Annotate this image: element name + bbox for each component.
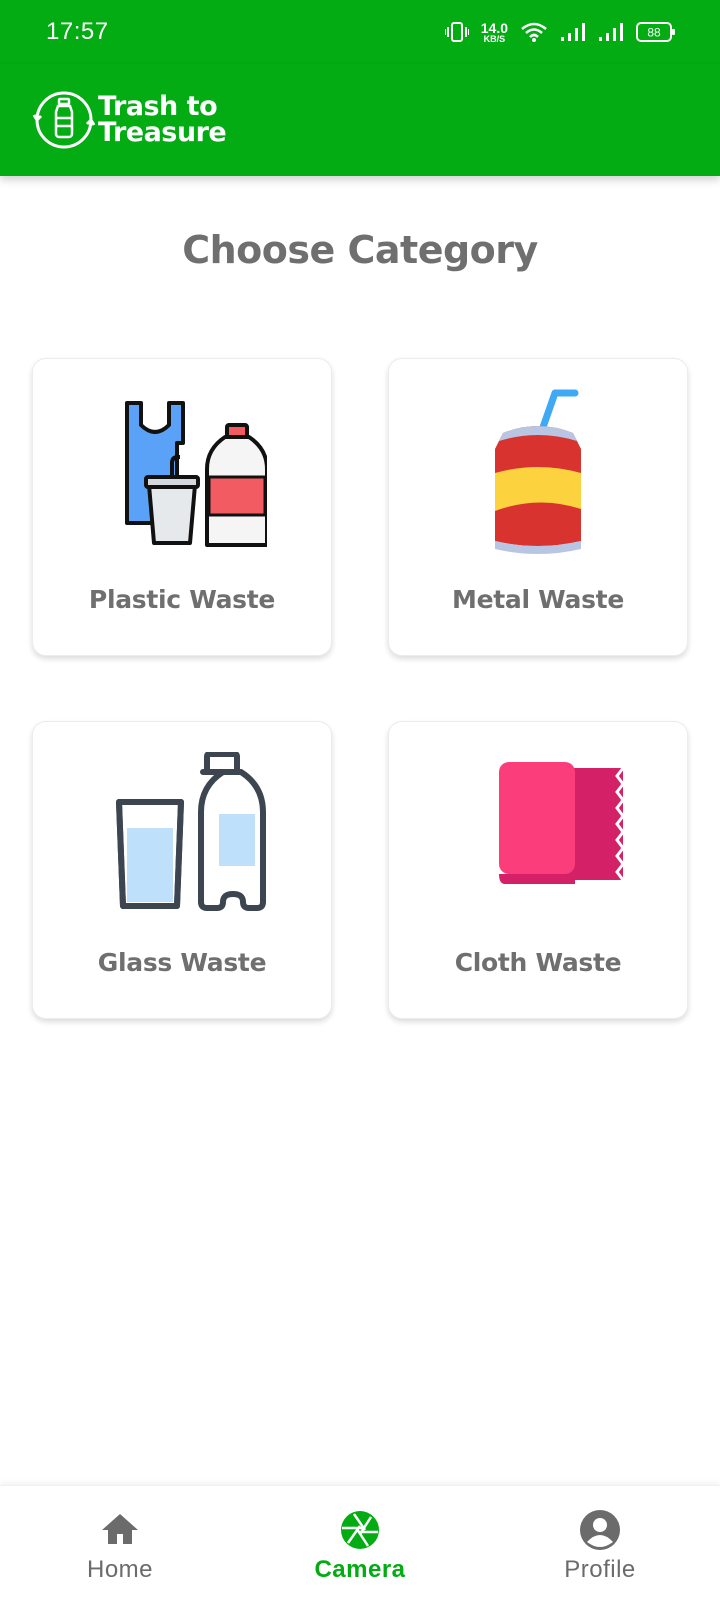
category-card-plastic[interactable]: Plastic Waste <box>32 358 332 656</box>
signal-icon <box>599 23 623 41</box>
network-speed: 14.0 KB/S <box>481 21 508 44</box>
wifi-icon <box>521 22 547 42</box>
home-icon <box>102 1514 138 1544</box>
camera-shutter-icon <box>341 1511 379 1549</box>
page-title: Choose Category <box>182 228 538 272</box>
metal-can-icon <box>495 389 581 554</box>
glass-bottle-icon <box>116 752 266 911</box>
status-time: 17:57 <box>46 18 109 45</box>
category-card-cloth[interactable]: Cloth Waste <box>388 721 688 1019</box>
nav-item-profile[interactable]: Profile <box>480 1486 720 1600</box>
status-icons: 14.0 KB/S 88 <box>444 16 676 48</box>
battery-level: 88 <box>647 26 661 40</box>
network-speed-unit: KB/S <box>483 33 506 44</box>
category-label: Plastic Waste <box>88 585 276 614</box>
category-card-glass[interactable]: Glass Waste <box>32 721 332 1019</box>
category-label: Metal Waste <box>452 585 624 614</box>
cloth-towel-icon <box>499 762 623 884</box>
plastic-waste-icon <box>125 401 267 547</box>
category-card-metal[interactable]: Metal Waste <box>388 358 688 656</box>
vibrate-icon <box>444 22 469 42</box>
app-name: Trash to Treasure <box>98 93 227 148</box>
bottom-navigation: Home Camera Profile <box>0 1485 720 1600</box>
network-speed-value: 14.0 <box>480 19 508 36</box>
status-bar: 17:57 14.0 KB/S 88 <box>0 0 720 64</box>
app-logo: Trash to Treasure <box>32 88 227 152</box>
recycle-bottle-icon <box>32 91 96 149</box>
signal-icon <box>561 23 585 41</box>
nav-item-home[interactable]: Home <box>0 1486 240 1600</box>
nav-label-profile: Profile <box>564 1556 636 1583</box>
profile-icon <box>580 1510 620 1550</box>
nav-label-home: Home <box>86 1556 154 1583</box>
app-name-line2: Treasure <box>98 117 227 148</box>
app-bar: Trash to Treasure <box>0 64 720 176</box>
nav-item-camera[interactable]: Camera <box>240 1486 480 1600</box>
nav-label-camera: Camera <box>314 1556 406 1583</box>
category-label: Cloth Waste <box>454 948 622 977</box>
category-label: Glass Waste <box>97 948 267 977</box>
battery-icon: 88 <box>636 22 675 42</box>
